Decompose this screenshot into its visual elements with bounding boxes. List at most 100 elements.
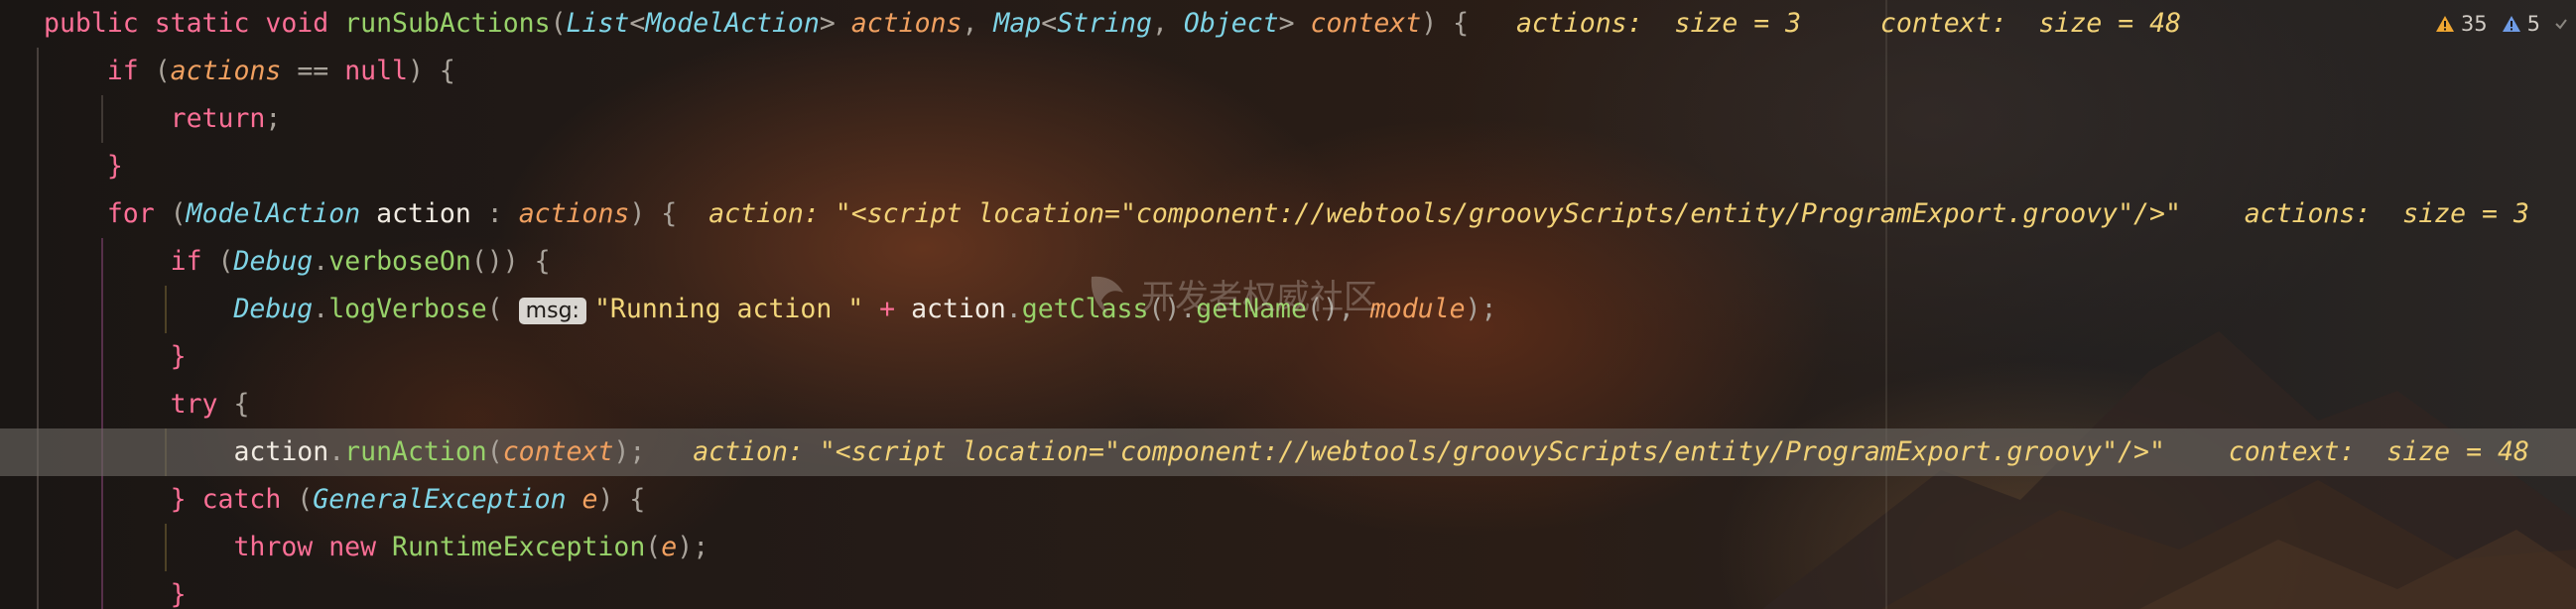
code-token: if [106,56,155,86]
code-token: ); [677,532,709,562]
code-token: Debug [233,246,314,277]
code-token: < [629,8,646,39]
code-token: Object [1183,8,1279,39]
code-token: ) { [629,198,678,229]
code-token: . [313,246,329,277]
code-token: ()) { [470,246,551,277]
weak-warnings-badge[interactable]: 5 [2502,12,2540,36]
code-token: . [1005,294,1022,324]
warnings-count: 35 [2460,12,2488,36]
code-token: "Running action " [593,294,864,324]
code-line[interactable]: if (actions == null) { [0,48,2576,95]
code-token: try [170,389,234,420]
code-line[interactable]: for (ModelAction action : actions) { act… [0,190,2576,238]
watermark: 开发者权威社区 [1084,270,1377,318]
code-token: return [170,103,266,134]
code-token: } [106,151,123,182]
code-token: ( [154,56,171,86]
code-line[interactable]: public static void runSubActions(List<Mo… [0,0,2576,48]
weak-warnings-count: 5 [2526,12,2540,36]
inline-debug-value: actions: size = 3 context: size = 48 [1469,8,2182,39]
code-token: e [661,532,678,562]
code-token: > [819,8,851,39]
code-token: new [328,532,393,562]
code-token: List [566,8,630,39]
code-token: ) { [408,56,455,86]
code-token: RuntimeException [392,532,646,562]
code-token: null [344,56,409,86]
code-token: actions [850,8,963,39]
info-triangle-icon [2502,16,2520,32]
code-token: runSubActions [344,8,551,39]
code-token: GeneralException [313,484,567,515]
code-token: runAction [344,436,487,467]
code-line[interactable]: } [0,143,2576,190]
code-line[interactable]: throw new RuntimeException(e); [0,524,2576,571]
code-token: throw [233,532,329,562]
code-line[interactable]: return; [0,95,2576,143]
code-token: public [44,8,155,39]
code-token: , [962,8,994,39]
code-token: > [1278,8,1311,39]
code-token: : [470,198,519,229]
code-token: Debug [233,294,314,324]
code-token: action [911,294,1006,324]
code-token: catch [201,484,298,515]
inspection-widget[interactable]: 35 5 [2435,12,2568,36]
code-token: . [313,294,329,324]
code-token: ); [1465,294,1497,324]
code-token: action [360,198,471,229]
watermark-logo-icon [1091,276,1123,314]
code-line[interactable]: } [0,333,2576,381]
code-token: { [233,389,250,420]
code-token: } [170,579,187,609]
code-line[interactable]: } catch (GeneralException e) { [0,476,2576,524]
code-line[interactable]: } [0,571,2576,609]
code-token: if [170,246,218,277]
code-token: + [863,294,912,324]
code-token: } [170,341,187,372]
code-token: static [154,8,266,39]
code-token: ModelAction [645,8,820,39]
code-token: context [1310,8,1422,39]
code-token: context [502,436,614,467]
chevron-check-icon[interactable] [2554,17,2568,31]
code-token: , [1151,8,1184,39]
parameter-hint: msg: [518,298,586,324]
warnings-badge[interactable]: 35 [2435,12,2488,36]
code-token: ( [486,436,503,467]
code-token: ); [613,436,646,467]
code-token: ModelAction [186,198,361,229]
code-token: ) { [1421,8,1470,39]
code-token: String [1057,8,1152,39]
code-token: ( [217,246,234,277]
code-token: void [265,8,345,39]
code-token: verboseOn [328,246,471,277]
code-token: module [1369,294,1466,324]
code-token: Map [993,8,1042,39]
code-token: ( [550,8,567,39]
watermark-text: 开发者权威社区 [1141,278,1377,317]
code-token: ; [265,103,282,134]
code-token: ( [170,198,187,229]
code-line[interactable]: try { [0,381,2576,428]
code-token: action [233,436,329,467]
current-execution-line[interactable]: action.runAction(context); action: "<scr… [0,428,2576,476]
code-token: ) { [597,484,646,515]
code-token: ( [297,484,314,515]
code-token: e [566,484,598,515]
code-token: for [106,198,171,229]
code-token: ( [645,532,662,562]
code-token: } [170,484,202,515]
